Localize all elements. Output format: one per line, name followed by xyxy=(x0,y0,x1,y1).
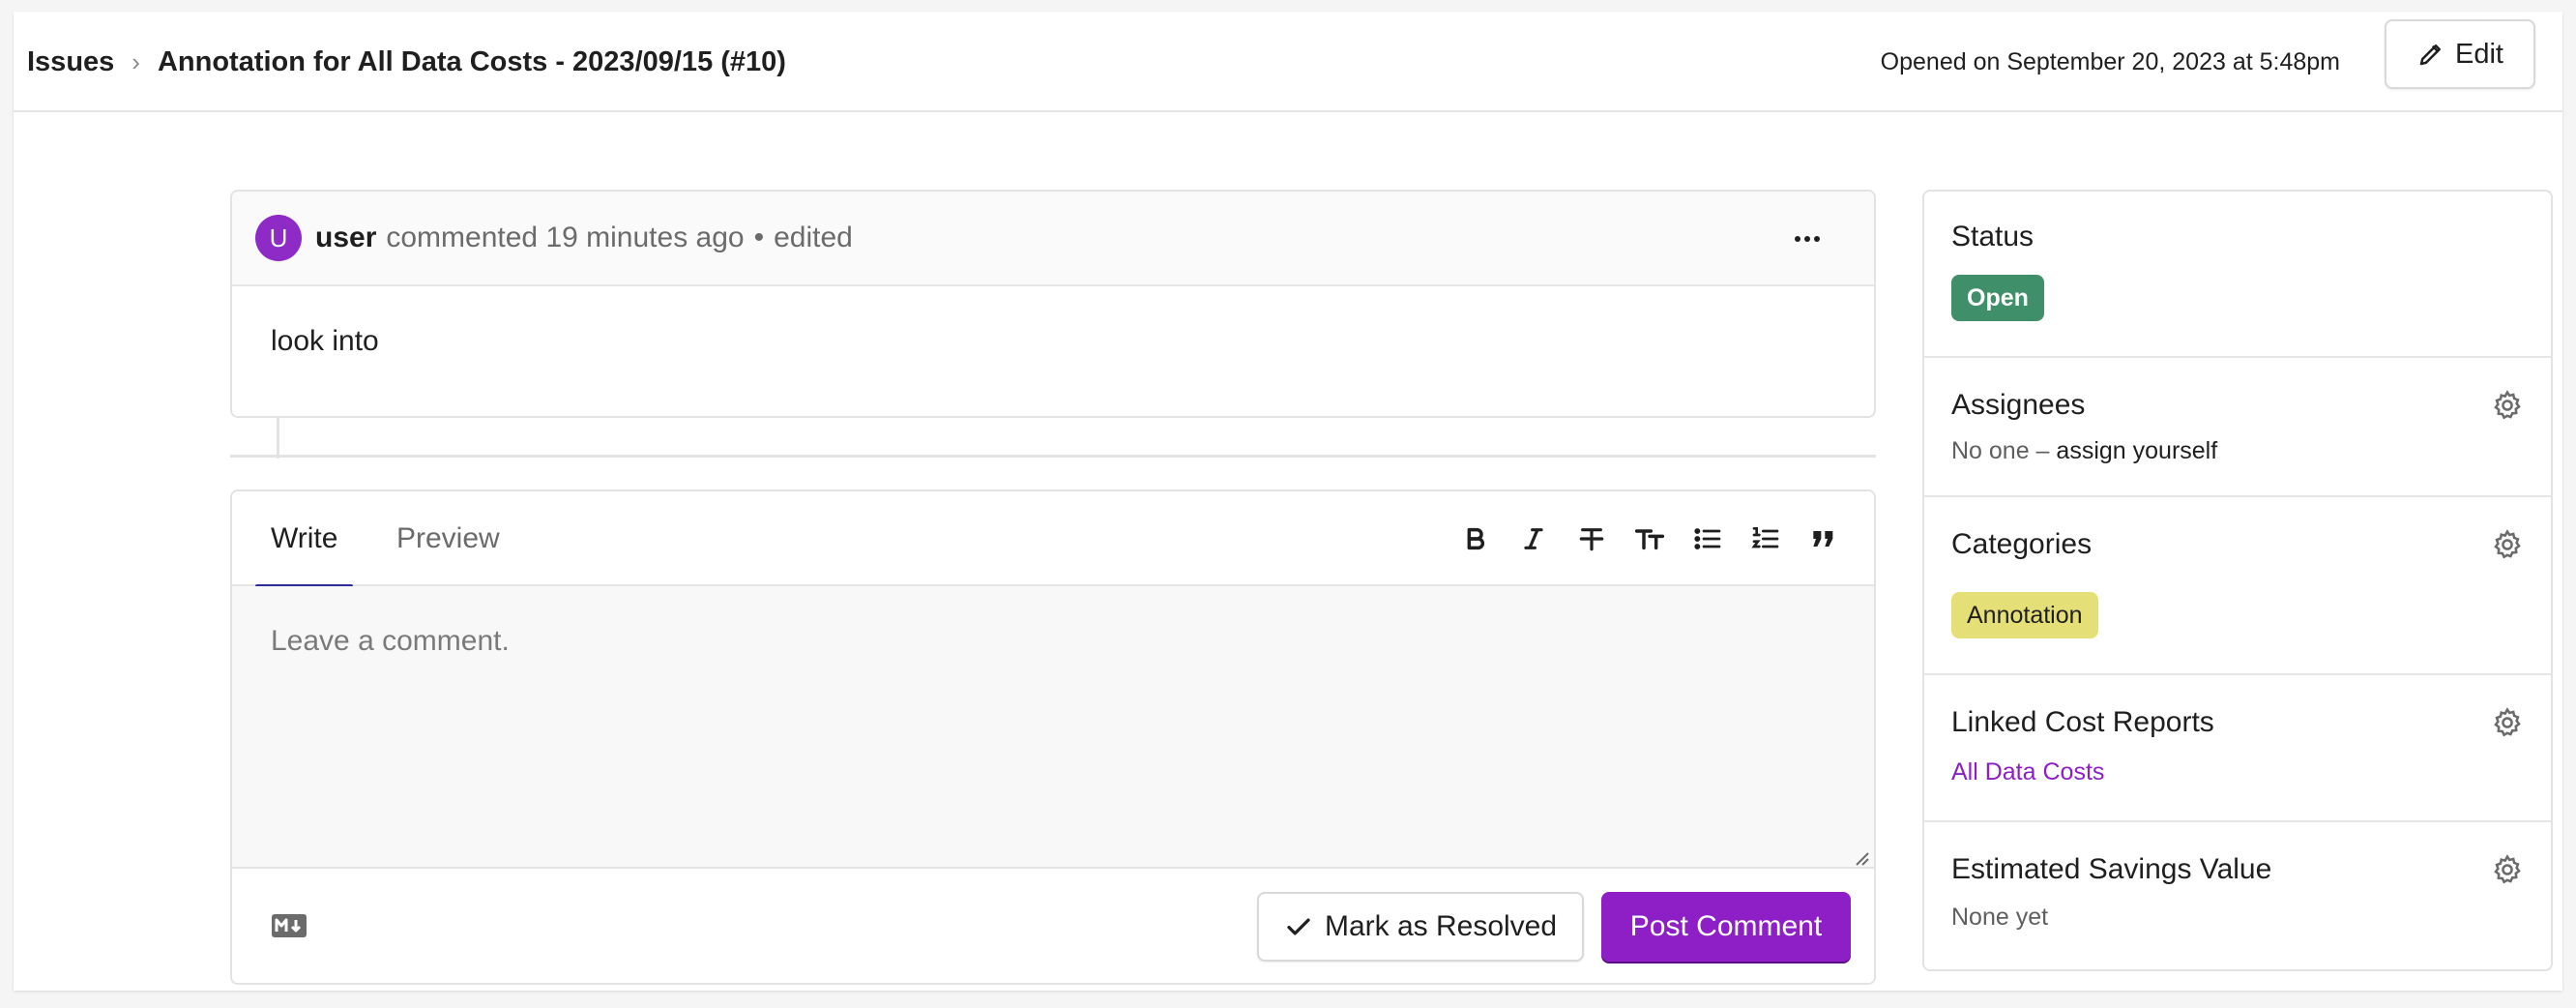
linked-cost-reports-section: Linked Cost Reports All Data Costs xyxy=(1924,675,2551,822)
comment-body: look into xyxy=(271,325,379,357)
comment-editor: Write Preview Leave a comment. Mark as R… xyxy=(230,489,1876,985)
page-title: Annotation for All Data Costs - 2023/09/… xyxy=(157,45,786,77)
comment-card: U user commented 19 minutes ago • edited… xyxy=(230,190,1876,418)
assignees-section: Assignees No one – assign yourself xyxy=(1924,358,2551,497)
resize-handle-icon[interactable] xyxy=(1853,849,1870,867)
mark-as-resolved-button[interactable]: Mark as Resolved xyxy=(1257,892,1584,962)
linked-cost-reports-gear-icon[interactable] xyxy=(2491,706,2524,739)
assignees-title: Assignees xyxy=(1951,389,2086,421)
bullet-list-button[interactable] xyxy=(1692,523,1723,554)
bold-button[interactable] xyxy=(1460,523,1491,554)
text-size-icon xyxy=(1634,529,1665,550)
chevron-right-icon: › xyxy=(132,46,140,76)
tab-preview[interactable]: Preview xyxy=(381,491,515,586)
issue-sidebar: Status Open Assignees No one – assign yo… xyxy=(1922,190,2553,971)
edit-button[interactable]: Edit xyxy=(2385,19,2535,89)
categories-gear-icon[interactable] xyxy=(2491,528,2524,561)
editor-footer: Mark as Resolved Post Comment xyxy=(232,869,1874,983)
italic-icon xyxy=(1524,528,1543,549)
comment-textarea[interactable] xyxy=(232,586,1874,869)
timeline-divider xyxy=(230,455,1876,458)
numbered-list-icon xyxy=(1751,527,1779,548)
estimated-savings-value: None yet xyxy=(1951,904,2049,931)
status-section: Status Open xyxy=(1924,192,2551,358)
tab-write[interactable]: Write xyxy=(255,491,354,588)
formatting-toolbar xyxy=(1460,491,1839,586)
categories-title: Categories xyxy=(1951,528,2093,560)
quote-icon xyxy=(1813,531,1833,547)
assign-yourself-link[interactable]: assign yourself xyxy=(2056,437,2217,464)
assignees-none-text: No one – xyxy=(1951,437,2050,464)
check-icon xyxy=(1287,918,1310,935)
breadcrumb-issues-link[interactable]: Issues xyxy=(27,46,114,78)
estimated-savings-section: Estimated Savings Value None yet xyxy=(1924,822,2551,969)
bullet-list-icon xyxy=(1694,528,1721,549)
post-comment-button[interactable]: Post Comment xyxy=(1601,892,1851,962)
category-badge: Annotation xyxy=(1951,592,2098,638)
status-badge: Open xyxy=(1951,275,2044,321)
categories-section: Categories Annotation xyxy=(1924,497,2551,675)
comment-author: user xyxy=(315,222,377,253)
strikethrough-button[interactable] xyxy=(1576,523,1607,554)
avatar: U xyxy=(255,215,302,261)
bold-icon xyxy=(1467,527,1484,550)
assignees-gear-icon[interactable] xyxy=(2491,389,2524,422)
linked-cost-report-link[interactable]: All Data Costs xyxy=(1951,758,2104,786)
italic-button[interactable] xyxy=(1518,523,1549,554)
editor-tabs: Write Preview xyxy=(232,491,1874,588)
estimated-savings-gear-icon[interactable] xyxy=(2491,853,2524,886)
timeline-connector xyxy=(277,418,279,459)
text-size-button[interactable] xyxy=(1634,523,1665,554)
quote-button[interactable] xyxy=(1808,523,1839,554)
markdown-icon xyxy=(272,914,307,937)
strikethrough-icon xyxy=(1579,528,1604,551)
issue-page: Issues › Annotation for All Data Costs -… xyxy=(14,12,2562,991)
linked-cost-reports-title: Linked Cost Reports xyxy=(1951,706,2214,738)
status-title: Status xyxy=(1951,221,2034,252)
opened-on-text: Opened on September 20, 2023 at 5:48pm xyxy=(1880,47,2340,75)
mark-as-resolved-label: Mark as Resolved xyxy=(1324,910,1558,942)
comment-timestamp: commented 19 minutes ago xyxy=(386,222,745,253)
breadcrumb: Issues › Annotation for All Data Costs -… xyxy=(27,12,786,112)
comment-header: U user commented 19 minutes ago • edited xyxy=(232,192,1874,286)
page-header: Issues › Annotation for All Data Costs -… xyxy=(14,12,2562,112)
comment-edited-label[interactable]: edited xyxy=(774,222,853,254)
comment-separator-dot: • xyxy=(753,222,765,253)
edit-button-label: Edit xyxy=(2455,38,2503,70)
ellipsis-icon xyxy=(1795,236,1820,242)
assignees-value: No one – assign yourself xyxy=(1951,437,2217,465)
pencil-icon xyxy=(2419,44,2441,66)
estimated-savings-title: Estimated Savings Value xyxy=(1951,853,2272,885)
more-options-button[interactable] xyxy=(1785,217,1830,261)
numbered-list-button[interactable] xyxy=(1750,523,1781,554)
